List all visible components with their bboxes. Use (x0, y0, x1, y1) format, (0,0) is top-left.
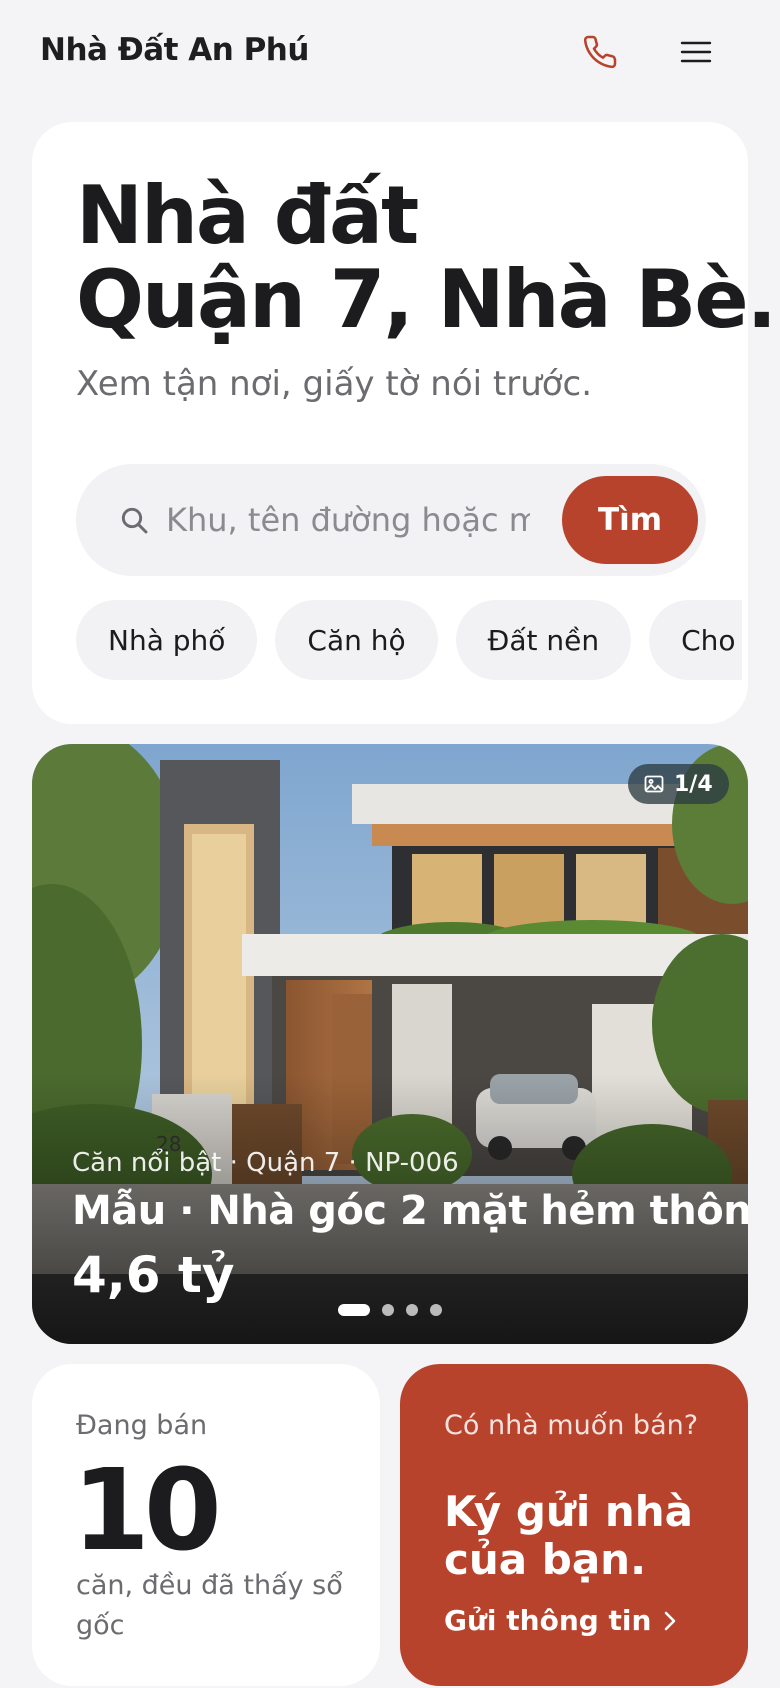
search-button[interactable]: Tìm (562, 476, 698, 564)
listing-price: 4,6 tỷ (72, 1246, 235, 1304)
image-icon (644, 775, 664, 793)
category-chips: Nhà phố Căn hộ Đất nền Cho thuê (76, 600, 742, 682)
carousel-dot-4[interactable] (430, 1304, 442, 1316)
brand-logo-text[interactable]: Nhà Đất An Phú (40, 32, 309, 68)
search-bar: Tìm (76, 464, 706, 576)
search-input[interactable] (166, 492, 530, 548)
call-button[interactable] (578, 30, 622, 74)
chip-dat-nen[interactable]: Đất nền (455, 600, 632, 680)
cta-title: Ký gửi nhà của bạn. (444, 1487, 693, 1584)
stat-label: Đang bán (76, 1410, 208, 1441)
submit-info-link[interactable]: Gửi thông tin (444, 1604, 677, 1637)
stat-count: 10 (72, 1446, 222, 1576)
hero-subtitle: Xem tận nơi, giấy tờ nói trước. (76, 364, 593, 404)
hero-title-line-1: Nhà đất (76, 169, 419, 262)
carousel-indicators (338, 1304, 442, 1316)
chip-can-ho[interactable]: Căn hộ (275, 600, 438, 680)
hero-card: Nhà đất Quận 7, Nhà Bè. Xem tận nơi, giấ… (32, 122, 777, 724)
hamburger-menu-icon (680, 41, 712, 63)
chevron-right-icon (665, 1611, 676, 1630)
phone-icon (583, 35, 617, 69)
menu-button[interactable] (674, 30, 718, 74)
listing-title[interactable]: Mẫu · Nhà góc 2 mặt hẻm thông (72, 1188, 748, 1234)
consign-cta-card[interactable]: Có nhà muốn bán? Ký gửi nhà của bạn. Gửi… (400, 1364, 748, 1686)
chip-cho-thue[interactable]: Cho thuê (649, 600, 742, 680)
hero-title-line-2: Quận 7, Nhà Bè. (76, 253, 777, 346)
submit-info-label: Gửi thông tin (444, 1604, 652, 1637)
top-bar: Nhà Đất An Phú (0, 0, 780, 104)
featured-listing-card[interactable]: 28 1/4 Căn nổi bật · Quận 7 · NP-006 Mẫu… (32, 744, 748, 1344)
carousel-dot-3[interactable] (406, 1304, 418, 1316)
photo-counter-badge: 1/4 (628, 764, 729, 804)
photo-counter-text: 1/4 (674, 771, 713, 797)
chip-nha-pho[interactable]: Nhà phố (76, 600, 258, 680)
cta-eyebrow: Có nhà muốn bán? (444, 1410, 699, 1441)
hero-title: Nhà đất Quận 7, Nhà Bè. (76, 169, 777, 346)
search-icon (121, 507, 148, 534)
carousel-dot-2[interactable] (382, 1304, 394, 1316)
carousel-dot-1[interactable] (338, 1304, 370, 1316)
listing-meta: Căn nổi bật · Quận 7 · NP-006 (72, 1148, 459, 1178)
listings-count-card: Đang bán 10 căn, đều đã thấy sổ gốc (32, 1364, 380, 1686)
stat-description: căn, đều đã thấy sổ gốc (76, 1570, 343, 1641)
